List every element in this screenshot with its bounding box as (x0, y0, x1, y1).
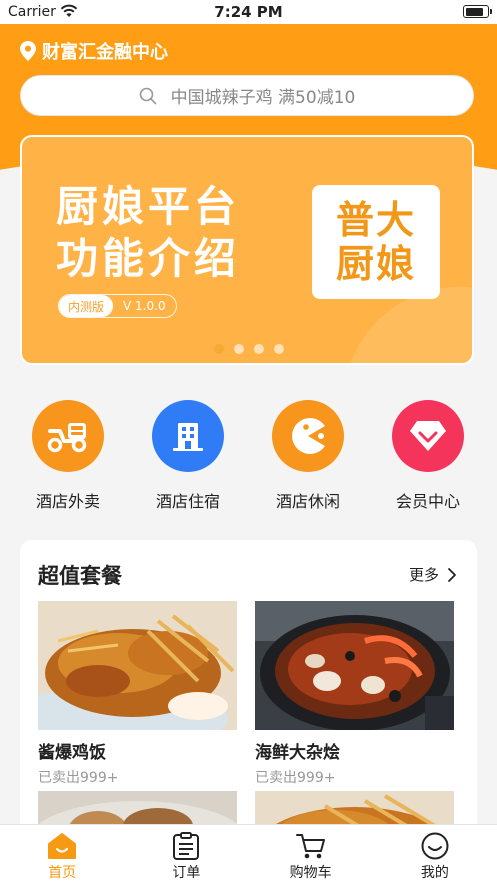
home-icon (48, 833, 77, 859)
version-label: V 1.0.0 (123, 299, 166, 313)
meal-card[interactable]: 酱爆鸡饭 已卖出999+ (38, 601, 237, 787)
section-title: 超值套餐 (38, 564, 122, 588)
search-icon (139, 87, 156, 104)
category-lodging[interactable]: 酒店住宿 (133, 400, 243, 512)
category-leisure[interactable]: 酒店休闲 (253, 400, 363, 512)
order-clipboard-icon (173, 832, 200, 860)
meal-sold-count: 已卖出999+ (38, 770, 119, 786)
tab-home[interactable]: 首页 (0, 825, 124, 883)
tab-orders[interactable]: 订单 (124, 825, 248, 883)
banner-title-line1: 厨娘平台 (56, 182, 241, 231)
smiley-profile-icon (421, 832, 449, 860)
logo-line2: 厨娘 (335, 242, 416, 286)
meal-name: 酱爆鸡饭 (38, 743, 106, 763)
battery-icon (463, 5, 492, 18)
meal-photo (255, 601, 454, 730)
status-time: 7:24 PM (214, 3, 283, 21)
hotel-building-icon (152, 400, 224, 472)
carousel-dot[interactable] (274, 344, 284, 354)
banner-title-line2: 功能介绍 (56, 234, 241, 283)
pacman-icon (272, 400, 344, 472)
tab-label: 订单 (172, 865, 201, 881)
category-label: 酒店休闲 (275, 492, 340, 511)
meal-photo (38, 601, 237, 730)
promo-banner[interactable]: 厨娘平台 功能介绍 内测版 V 1.0.0 普大 厨娘 (20, 135, 474, 365)
category-label: 会员中心 (395, 492, 460, 511)
status-bar: Carrier 7:24 PM (0, 0, 497, 24)
beta-tag: 内测版 (59, 295, 114, 317)
tab-cart[interactable]: 购物车 (249, 825, 373, 883)
carousel-dot[interactable] (254, 344, 264, 354)
version-badge: 内测版 V 1.0.0 (58, 294, 177, 318)
tab-label: 购物车 (289, 865, 332, 881)
search-placeholder: 中国城辣子鸡 满50减10 (170, 88, 356, 108)
more-label: 更多 (408, 566, 439, 584)
tab-label: 我的 (420, 865, 449, 881)
banner-title: 厨娘平台 功能介绍 (56, 181, 240, 285)
search-bar[interactable]: 中国城辣子鸡 满50减10 (20, 75, 474, 116)
logo-line1: 普大 (335, 198, 416, 242)
tab-profile[interactable]: 我的 (373, 825, 497, 883)
location-selector[interactable]: 财富汇金融中心 (20, 38, 168, 64)
delivery-scooter-icon (32, 400, 104, 472)
location-pin-icon (20, 41, 36, 61)
category-takeout[interactable]: 酒店外卖 (13, 400, 123, 512)
category-grid: 酒店外卖 酒店住宿 酒店休闲 会员中心 (0, 400, 497, 520)
tab-bar: 首页 订单 购物车 我的 (0, 824, 497, 883)
category-label: 酒店外卖 (35, 492, 100, 511)
meal-sold-count: 已卖出999+ (255, 770, 336, 786)
location-name: 财富汇金融中心 (42, 42, 168, 63)
shopping-cart-icon (295, 834, 325, 859)
diamond-icon (392, 400, 464, 472)
meal-name: 海鲜大杂烩 (255, 743, 340, 763)
carousel-dot[interactable] (214, 344, 224, 354)
meal-card[interactable]: 海鲜大杂烩 已卖出999+ (255, 601, 454, 787)
category-membership[interactable]: 会员中心 (373, 400, 483, 512)
brand-logo: 普大 厨娘 (312, 185, 440, 299)
category-label: 酒店住宿 (155, 492, 220, 511)
carousel-dots (22, 344, 472, 354)
tab-label: 首页 (48, 865, 77, 881)
carousel-dot[interactable] (234, 344, 244, 354)
more-link[interactable]: 更多 (409, 564, 459, 585)
chevron-right-icon (448, 567, 456, 582)
